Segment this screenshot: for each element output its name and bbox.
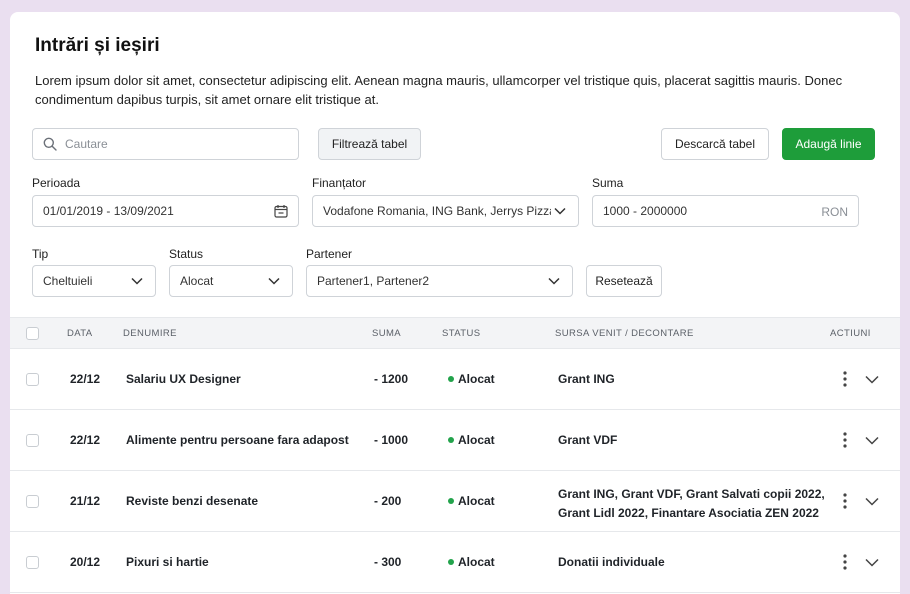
search-placeholder: Cautare (65, 137, 108, 151)
table-row[interactable]: 21/12 Reviste benzi desenate - 200 Aloca… (10, 471, 900, 532)
header-actions: ACTIUNI (830, 328, 871, 339)
amount-range-input[interactable]: 1000 - 2000000 RON (592, 195, 859, 227)
funder-value: Vodafone Romania, ING Bank, Jerrys Pizza… (323, 204, 551, 218)
row-status-text: Alocat (458, 494, 495, 508)
row-status: Alocat (448, 555, 495, 569)
status-label: Status (169, 247, 204, 261)
header-amount[interactable]: SUMA (372, 328, 401, 339)
partner-label: Partener (306, 247, 353, 261)
search-input[interactable]: Cautare (32, 128, 299, 160)
row-source: Grant ING (558, 372, 615, 386)
calendar-icon (274, 205, 288, 218)
row-name: Reviste benzi desenate (126, 494, 259, 508)
row-checkbox[interactable] (26, 495, 39, 508)
period-value: 01/01/2019 - 13/09/2021 (43, 204, 174, 218)
table-row[interactable]: 20/12 Pixuri si hartie - 300 Alocat Dona… (10, 532, 900, 593)
funder-select[interactable]: Vodafone Romania, ING Bank, Jerrys Pizza… (312, 195, 579, 227)
funder-label: Finanțator (312, 176, 367, 190)
status-dot (448, 497, 454, 504)
table-header: DATA DENUMIRE SUMA STATUS SURSA VENIT / … (10, 317, 900, 349)
chevron-down-icon (548, 277, 560, 285)
reset-filters-button[interactable]: Resetează (586, 265, 662, 297)
expand-row-chevron-icon[interactable] (865, 497, 879, 506)
row-date: 22/12 (70, 372, 101, 386)
more-options-icon[interactable] (843, 554, 847, 570)
row-status: Alocat (448, 494, 495, 508)
row-date: 21/12 (70, 494, 101, 508)
row-source-line: Grant Lidl 2022, Finantare Asociatia ZEN… (558, 506, 819, 520)
period-label: Perioada (32, 176, 81, 190)
more-options-icon[interactable] (843, 432, 847, 448)
chevron-down-icon (268, 277, 280, 285)
row-checkbox[interactable] (26, 556, 39, 569)
type-label: Tip (32, 247, 49, 261)
row-status-text: Alocat (458, 433, 495, 447)
row-name: Salariu UX Designer (126, 372, 241, 386)
row-status-text: Alocat (458, 372, 495, 386)
row-status: Alocat (448, 372, 495, 386)
more-options-icon[interactable] (843, 493, 847, 509)
table-row[interactable]: 22/12 Salariu UX Designer - 1200 Alocat … (10, 349, 900, 410)
type-value: Cheltuieli (43, 274, 93, 288)
filter-table-button[interactable]: Filtrează tabel (318, 128, 421, 160)
period-date-field[interactable]: 01/01/2019 - 13/09/2021 (32, 195, 299, 227)
row-source: Grant ING, Grant VDF, Grant Salvati copi… (558, 485, 825, 523)
row-source-line: Grant ING, Grant VDF, Grant Salvati copi… (558, 487, 825, 501)
table-row[interactable]: 22/12 Alimente pentru persoane fara adap… (10, 410, 900, 471)
row-amount: - 200 (374, 494, 402, 508)
row-name: Pixuri si hartie (126, 555, 209, 569)
amount-value: 1000 - 2000000 (603, 204, 688, 218)
row-checkbox[interactable] (26, 434, 39, 447)
status-dot (448, 375, 454, 382)
more-options-icon[interactable] (843, 371, 847, 387)
row-amount: - 300 (374, 555, 402, 569)
row-name: Alimente pentru persoane fara adapost (126, 433, 349, 447)
expand-row-chevron-icon[interactable] (865, 436, 879, 445)
download-table-button[interactable]: Descarcă tabel (661, 128, 769, 160)
row-source: Donatii individuale (558, 555, 665, 569)
expand-row-chevron-icon[interactable] (865, 375, 879, 384)
page-description: Lorem ipsum dolor sit amet, consectetur … (35, 73, 843, 107)
search-icon (43, 137, 57, 151)
status-select[interactable]: Alocat (169, 265, 293, 297)
add-row-button[interactable]: Adaugă linie (782, 128, 875, 160)
row-amount: - 1000 (374, 433, 409, 447)
status-value: Alocat (180, 274, 214, 288)
row-status: Alocat (448, 433, 495, 447)
header-status[interactable]: STATUS (442, 328, 480, 339)
partner-value: Partener1, Partener2 (317, 274, 430, 288)
chevron-down-icon (131, 277, 143, 285)
row-checkbox[interactable] (26, 373, 39, 386)
expand-row-chevron-icon[interactable] (865, 558, 879, 567)
status-dot (448, 436, 454, 443)
partner-select[interactable]: Partener1, Partener2 (306, 265, 573, 297)
status-dot (448, 558, 454, 565)
row-date: 22/12 (70, 433, 101, 447)
row-date: 20/12 (70, 555, 101, 569)
header-source[interactable]: SURSA VENIT / DECONTARE (555, 328, 694, 339)
currency-unit: RON (821, 205, 848, 219)
main-card: Intrări și ieșiri Lorem ipsum dolor sit … (10, 12, 900, 594)
amount-label: Suma (592, 176, 624, 190)
row-status-text: Alocat (458, 555, 495, 569)
header-date[interactable]: DATA (67, 328, 93, 339)
select-all-checkbox[interactable] (26, 327, 39, 340)
header-name[interactable]: DENUMIRE (123, 328, 177, 339)
chevron-down-icon (554, 207, 566, 215)
row-source: Grant VDF (558, 433, 618, 447)
row-amount: - 1200 (374, 372, 409, 386)
type-select[interactable]: Cheltuieli (32, 265, 156, 297)
page-title: Intrări și ieșiri (35, 35, 160, 56)
